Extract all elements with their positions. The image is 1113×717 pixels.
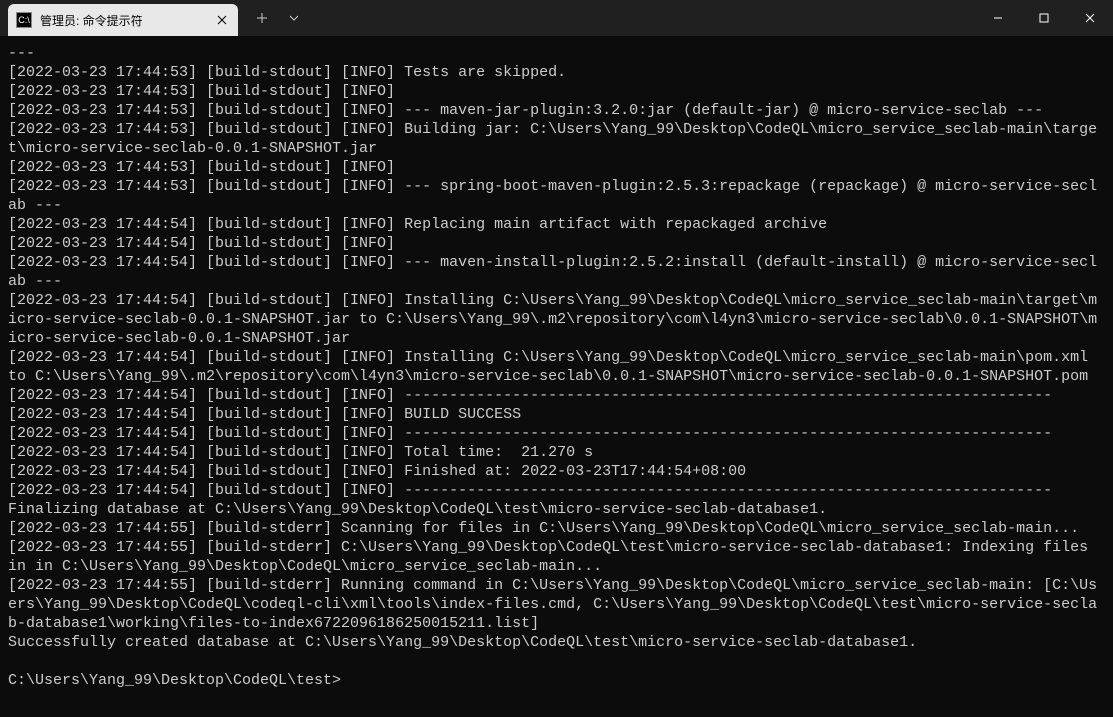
prompt-text: C:\Users\Yang_99\Desktop\CodeQL\test> [8,671,341,690]
cmd-icon: C:\ [16,12,32,28]
terminal-blank-line [8,652,1105,671]
terminal-output[interactable]: --- [2022-03-23 17:44:53] [build-stdout]… [0,36,1113,717]
tab-title: 管理员: 命令提示符 [40,12,214,29]
tab-dropdown-button[interactable] [278,2,310,34]
minimize-button[interactable] [975,0,1021,36]
active-tab[interactable]: C:\ 管理员: 命令提示符 [8,4,238,36]
window-controls [975,0,1113,36]
tab-close-button[interactable] [214,12,230,28]
close-button[interactable] [1067,0,1113,36]
new-tab-button[interactable] [246,2,278,34]
terminal-prompt[interactable]: C:\Users\Yang_99\Desktop\CodeQL\test> [8,671,1105,690]
title-bar: C:\ 管理员: 命令提示符 [0,0,1113,36]
maximize-button[interactable] [1021,0,1067,36]
